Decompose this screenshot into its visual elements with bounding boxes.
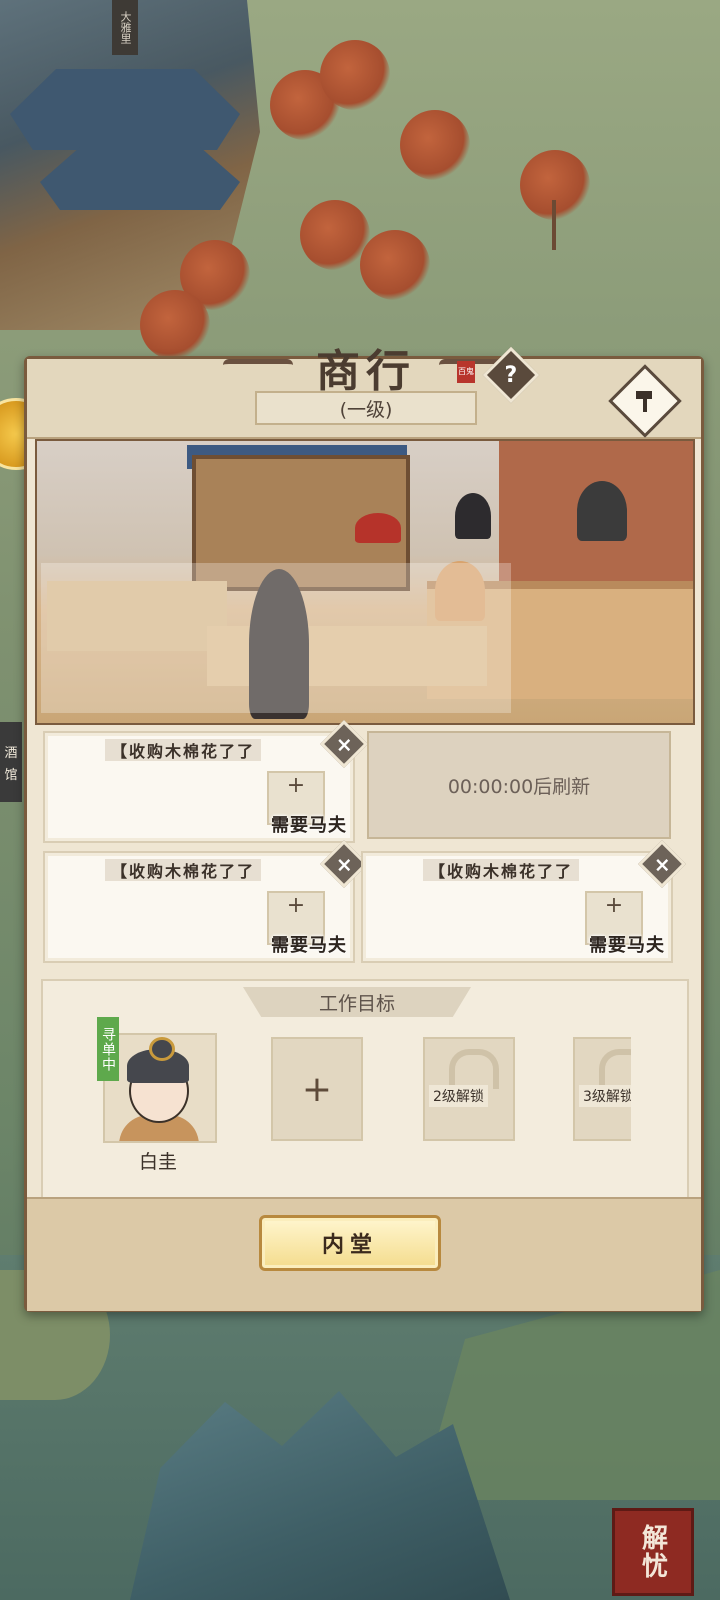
seeking-status-badge: 寻单中 <box>97 1017 119 1081</box>
maple-tree <box>140 290 210 360</box>
maple-tree <box>360 230 430 300</box>
shopkeeper-figure <box>577 481 627 541</box>
panel-title: 商行 <box>316 346 416 397</box>
shop-scene-illustration <box>35 439 695 725</box>
order-title: 【收购木棉花了了 <box>105 859 262 881</box>
upgrade-hammer-button[interactable] <box>608 364 682 438</box>
jieyou-button[interactable]: 解忧 <box>612 1508 694 1596</box>
scene-overlay <box>41 563 511 713</box>
order-title: 【收购木棉花了了 <box>423 859 580 881</box>
panel-header: 商行 百鬼 ? (一级) <box>27 346 701 439</box>
order-card[interactable]: 【收购木棉花了了 × + 需要马夫 <box>43 839 369 963</box>
panel-footer: 内堂 <box>27 1197 701 1311</box>
work-target-title: 工作目标 <box>243 987 471 1017</box>
title-swirl-left <box>223 359 293 378</box>
locked-slot-level3: 3级解锁 <box>573 1037 631 1141</box>
order-title: 【收购木棉花了了 <box>105 739 262 761</box>
worker-name: 白圭 <box>138 1151 177 1173</box>
plus-icon: + <box>301 1068 333 1110</box>
location-sign: 大雅里 <box>112 0 138 55</box>
order-requirement: 需要马夫 <box>589 935 665 956</box>
locked-slot-clip: 3级解锁 <box>573 1037 631 1141</box>
hammer-icon <box>636 391 652 412</box>
clerk-figure <box>455 493 491 539</box>
lock-icon <box>449 1049 499 1089</box>
locked-slot-level2: 2级解锁 <box>423 1037 515 1141</box>
hat-figure <box>355 513 401 543</box>
seal-stamp: 百鬼 <box>457 361 475 383</box>
tavern-sign[interactable]: 酒 馆 <box>0 722 22 802</box>
add-worker-button[interactable]: + <box>271 1037 363 1141</box>
worker-avatar[interactable] <box>103 1033 217 1143</box>
inner-hall-button[interactable]: 内堂 <box>259 1215 441 1271</box>
order-requirement: 需要马夫 <box>271 815 347 836</box>
close-icon: × <box>335 851 353 876</box>
lock-icon <box>599 1049 631 1089</box>
maple-tree <box>320 40 390 110</box>
maple-tree <box>400 110 470 180</box>
close-order-button[interactable]: × <box>319 719 369 769</box>
close-order-button[interactable]: × <box>637 839 687 889</box>
order-card[interactable]: 【收购木棉花了了 × + 需要马夫 <box>361 839 687 963</box>
unlock-requirement: 3级解锁 <box>579 1085 631 1107</box>
avatar-hair-bun <box>149 1037 175 1061</box>
tree-trunk <box>552 200 556 250</box>
unlock-requirement: 2级解锁 <box>429 1085 488 1107</box>
shop-panel: 商行 百鬼 ? (一级) 【收购木棉花了了 × + 需要马夫 00:00:00后… <box>24 346 704 1312</box>
close-icon: × <box>335 731 353 756</box>
order-card[interactable]: 【收购木棉花了了 × + 需要马夫 <box>43 719 369 843</box>
work-target-area: 工作目标 寻单中 白圭 + 2级解锁 3级解锁 <box>41 979 689 1199</box>
level-label: (一级) <box>255 391 477 425</box>
order-requirement: 需要马夫 <box>271 935 347 956</box>
refresh-timer: 00:00:00后刷新 <box>367 731 671 839</box>
close-icon: × <box>653 851 671 876</box>
